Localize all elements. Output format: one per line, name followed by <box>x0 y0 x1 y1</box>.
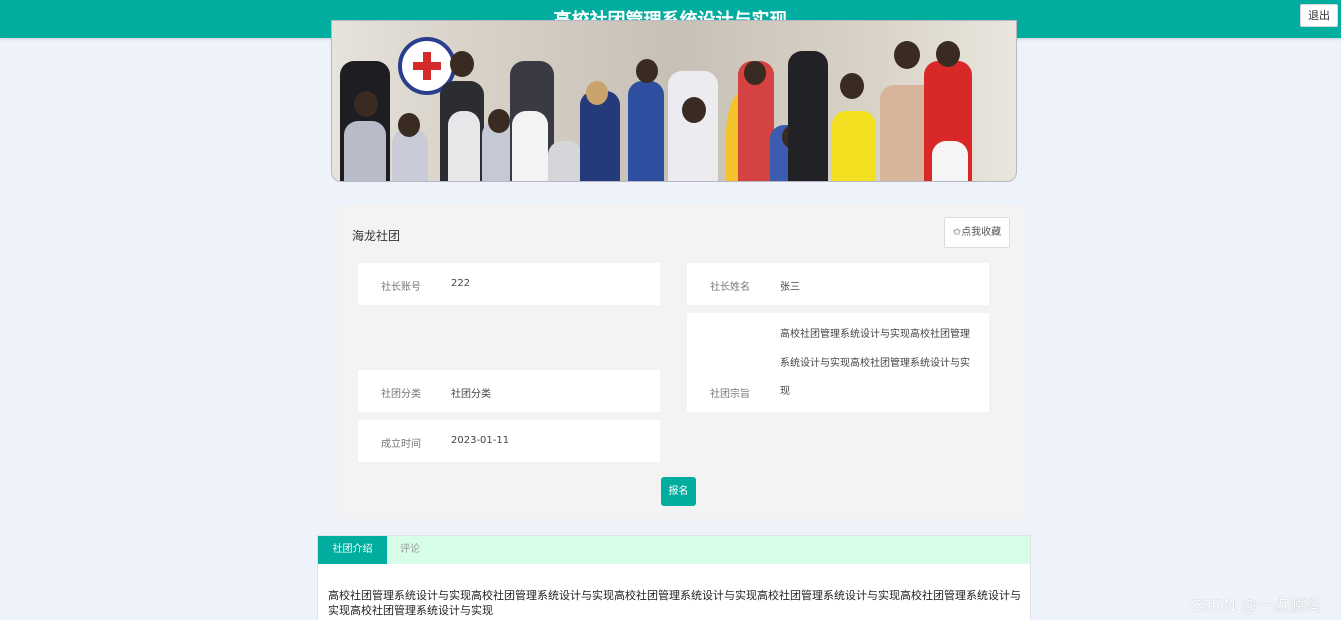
watermark: CSDN @一点源码 <box>1190 596 1321 615</box>
field-value: 222 <box>451 278 471 289</box>
field-value: 张三 <box>780 282 800 293</box>
field-founded: 成立时间 2023-01-11 <box>358 420 660 462</box>
field-value: 2023-01-11 <box>451 435 510 446</box>
tab-bar: 社团介绍 评论 <box>318 536 1030 564</box>
field-leader-account: 社长账号 222 <box>358 263 660 305</box>
signup-button[interactable]: 报名 <box>661 477 696 506</box>
field-label: 社团宗旨 <box>710 389 750 400</box>
tab-club-intro[interactable]: 社团介绍 <box>318 536 387 564</box>
field-leader-name: 社长姓名 张三 <box>687 263 989 305</box>
field-label: 成立时间 <box>381 439 421 450</box>
logout-button[interactable]: 退出 <box>1300 4 1338 27</box>
field-value: 社团分类 <box>451 389 491 400</box>
field-category: 社团分类 社团分类 <box>358 370 660 412</box>
club-name: 海龙社团 <box>352 229 401 243</box>
club-detail-card: 海龙社团 ✩点我收藏 社长账号 222 社长姓名 张三 社团宗旨 高校社团管理系… <box>338 205 1024 519</box>
field-label: 社团分类 <box>381 389 421 400</box>
club-tabs-panel: 社团介绍 评论 高校社团管理系统设计与实现高校社团管理系统设计与实现高校社团管理… <box>317 535 1031 620</box>
favorite-button[interactable]: ✩点我收藏 <box>944 217 1010 248</box>
banner-image <box>331 20 1017 182</box>
tab-comments[interactable]: 评论 <box>387 536 433 564</box>
field-aim: 社团宗旨 高校社团管理系统设计与实现高校社团管理系统设计与实现高校社团管理系统设… <box>687 313 989 412</box>
club-intro-text: 高校社团管理系统设计与实现高校社团管理系统设计与实现高校社团管理系统设计与实现高… <box>328 589 1021 617</box>
field-label: 社长姓名 <box>710 282 750 293</box>
field-value: 高校社团管理系统设计与实现高校社团管理系统设计与实现高校社团管理系统设计与实现 <box>780 329 970 397</box>
field-label: 社长账号 <box>381 282 421 293</box>
